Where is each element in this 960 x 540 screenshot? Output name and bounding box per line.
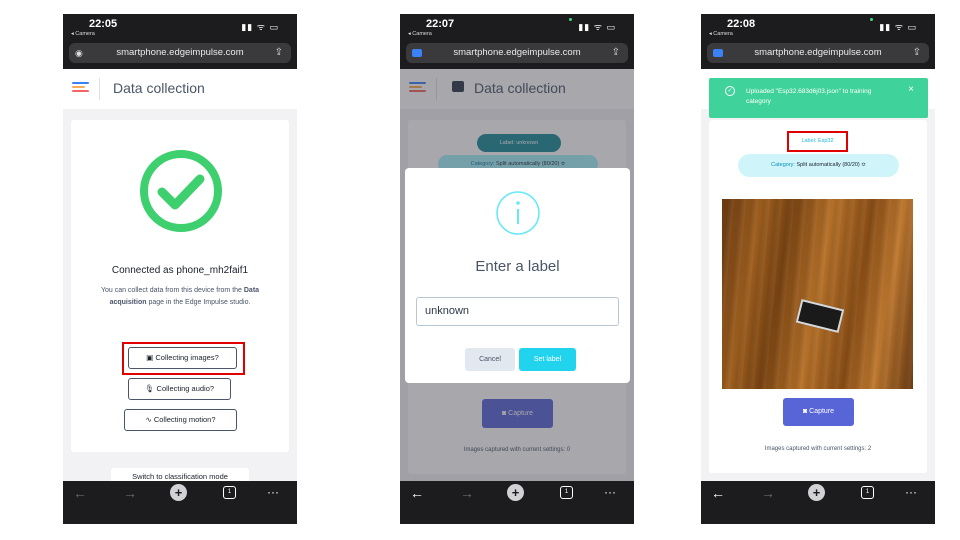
page-title: Data collection	[113, 80, 205, 96]
info-icon	[496, 191, 540, 235]
cancel-button[interactable]: Cancel	[465, 348, 515, 371]
more-icon[interactable]: ···	[267, 485, 279, 499]
camera-icon	[412, 49, 422, 57]
category-select[interactable]: Category: Split automatically (80/20) ≎	[738, 154, 899, 177]
plus-icon[interactable]: +	[808, 484, 825, 501]
browser-toolbar: ← → + 1 ···	[400, 481, 634, 524]
status-bar: 22:08 ◂ Camera ▮▮ ᯤ ▭	[701, 14, 935, 40]
signal-wifi-battery-icon: ▮▮ ᯤ ▭	[879, 22, 917, 32]
app-header: Data collection	[63, 69, 297, 109]
category-key: Category:	[771, 162, 795, 168]
browser-url-bar: smartphone.edgeimpulse.com ⇪	[400, 40, 634, 69]
plus-icon[interactable]: +	[507, 484, 524, 501]
phone-screen-label-dialog: 22:07 ◂ Camera ▮▮ ᯤ ▭ smartphone.edgeimp…	[400, 14, 634, 524]
camera-in-use-indicator	[870, 18, 873, 21]
toast-message: Uploaded "Esp32.683d6j03.json" to traini…	[746, 88, 872, 105]
browser-url-bar: smartphone.edgeimpulse.com ⇪	[701, 40, 935, 69]
collecting-motion-button[interactable]: ∿ Collecting motion?	[124, 409, 237, 431]
browser-toolbar: ← → + 1 ···	[701, 481, 935, 524]
status-bar: 22:07 ◂ Camera ▮▮ ᯤ ▭	[400, 14, 634, 40]
share-icon[interactable]: ⇪	[275, 43, 283, 63]
share-icon[interactable]: ⇪	[612, 43, 620, 63]
forward-icon[interactable]: →	[123, 485, 137, 501]
status-bar: 22:05 ◂ Camera ▮▮ ᯤ ▭	[63, 14, 297, 40]
divider	[99, 78, 100, 100]
camera-preview	[722, 199, 913, 389]
check-circle-icon: ✓	[725, 86, 735, 96]
camera-icon: ◉	[75, 48, 83, 58]
tabs-icon[interactable]: 1	[223, 486, 236, 499]
set-label-button[interactable]: Set label	[519, 348, 576, 371]
collecting-motion-label: Collecting motion?	[153, 415, 216, 424]
signal-wifi-battery-icon: ▮▮ ᯤ ▭	[578, 22, 616, 32]
camera-icon	[713, 49, 723, 57]
forward-icon[interactable]: →	[460, 485, 474, 501]
capture-card: Label: Esp32 Category: Split automatical…	[709, 120, 927, 473]
captured-count: Images captured with current settings: 2	[764, 446, 872, 452]
more-icon[interactable]: ···	[905, 485, 917, 499]
forward-icon[interactable]: →	[761, 485, 775, 501]
address-field[interactable]: ◉ smartphone.edgeimpulse.com ⇪	[69, 43, 291, 63]
back-icon[interactable]: ←	[73, 485, 87, 501]
checkmark-icon	[140, 150, 222, 232]
collecting-audio-label: Collecting audio?	[156, 384, 215, 393]
plus-icon[interactable]: +	[170, 484, 187, 501]
tabs-icon[interactable]: 1	[861, 486, 874, 499]
url-text: smartphone.edgeimpulse.com	[116, 47, 244, 58]
url-text: smartphone.edgeimpulse.com	[754, 47, 882, 58]
capture-label: Capture	[809, 408, 835, 415]
edge-impulse-logo	[72, 82, 89, 94]
back-icon[interactable]: ←	[711, 485, 725, 501]
clock: 22:07	[426, 18, 455, 30]
back-to-app-link[interactable]: ◂ Camera	[709, 31, 733, 37]
wave-icon: ∿	[145, 415, 154, 424]
share-icon[interactable]: ⇪	[913, 43, 921, 63]
connection-description: You can collect data from this device fr…	[85, 285, 275, 309]
dialog-title: Enter a label	[475, 258, 560, 275]
wood-grain	[722, 199, 913, 389]
address-field[interactable]: smartphone.edgeimpulse.com ⇪	[707, 43, 929, 63]
more-icon[interactable]: ···	[604, 485, 616, 499]
desc-prefix: You can collect data from this device fr…	[100, 287, 242, 294]
tabs-icon[interactable]: 1	[560, 486, 573, 499]
browser-toolbar: ← → + 1 ···	[63, 481, 297, 524]
label-input[interactable]: unknown	[416, 297, 619, 326]
back-icon[interactable]: ←	[410, 485, 424, 501]
camera-in-use-indicator	[569, 18, 572, 21]
highlight-box	[787, 131, 848, 152]
back-to-app-link[interactable]: ◂ Camera	[71, 31, 95, 37]
phone-screen-connected: 22:05 ◂ Camera ▮▮ ᯤ ▭ ◉ smartphone.edgei…	[63, 14, 297, 524]
category-value: Split automatically (80/20) ≎	[796, 162, 866, 168]
connected-heading: Connected as phone_mh2faif1	[111, 265, 249, 276]
url-text: smartphone.edgeimpulse.com	[453, 47, 581, 58]
clock: 22:05	[89, 18, 118, 30]
highlight-box	[122, 342, 245, 375]
signal-wifi-battery-icon: ▮▮ ᯤ ▭	[241, 22, 279, 32]
capture-button[interactable]: ◙ Capture	[783, 398, 854, 426]
connection-card: Connected as phone_mh2faif1 You can coll…	[71, 120, 289, 452]
microphone-icon: 🎙	[144, 384, 157, 393]
back-to-app-link[interactable]: ◂ Camera	[408, 31, 432, 37]
upload-toast: ✓ Uploaded "Esp32.683d6j03.json" to trai…	[709, 78, 928, 118]
collecting-audio-button[interactable]: 🎙 Collecting audio?	[128, 378, 231, 400]
phone-screen-uploaded: 22:08 ◂ Camera ▮▮ ᯤ ▭ smartphone.edgeimp…	[701, 14, 935, 524]
close-icon[interactable]: ×	[908, 84, 914, 95]
address-field[interactable]: smartphone.edgeimpulse.com ⇪	[406, 43, 628, 63]
browser-url-bar: ◉ smartphone.edgeimpulse.com ⇪	[63, 40, 297, 69]
desc-suffix: page in the Edge Impulse studio.	[148, 299, 251, 306]
enter-label-dialog: Enter a label unknown Cancel Set label	[405, 168, 630, 383]
clock: 22:08	[727, 18, 756, 30]
